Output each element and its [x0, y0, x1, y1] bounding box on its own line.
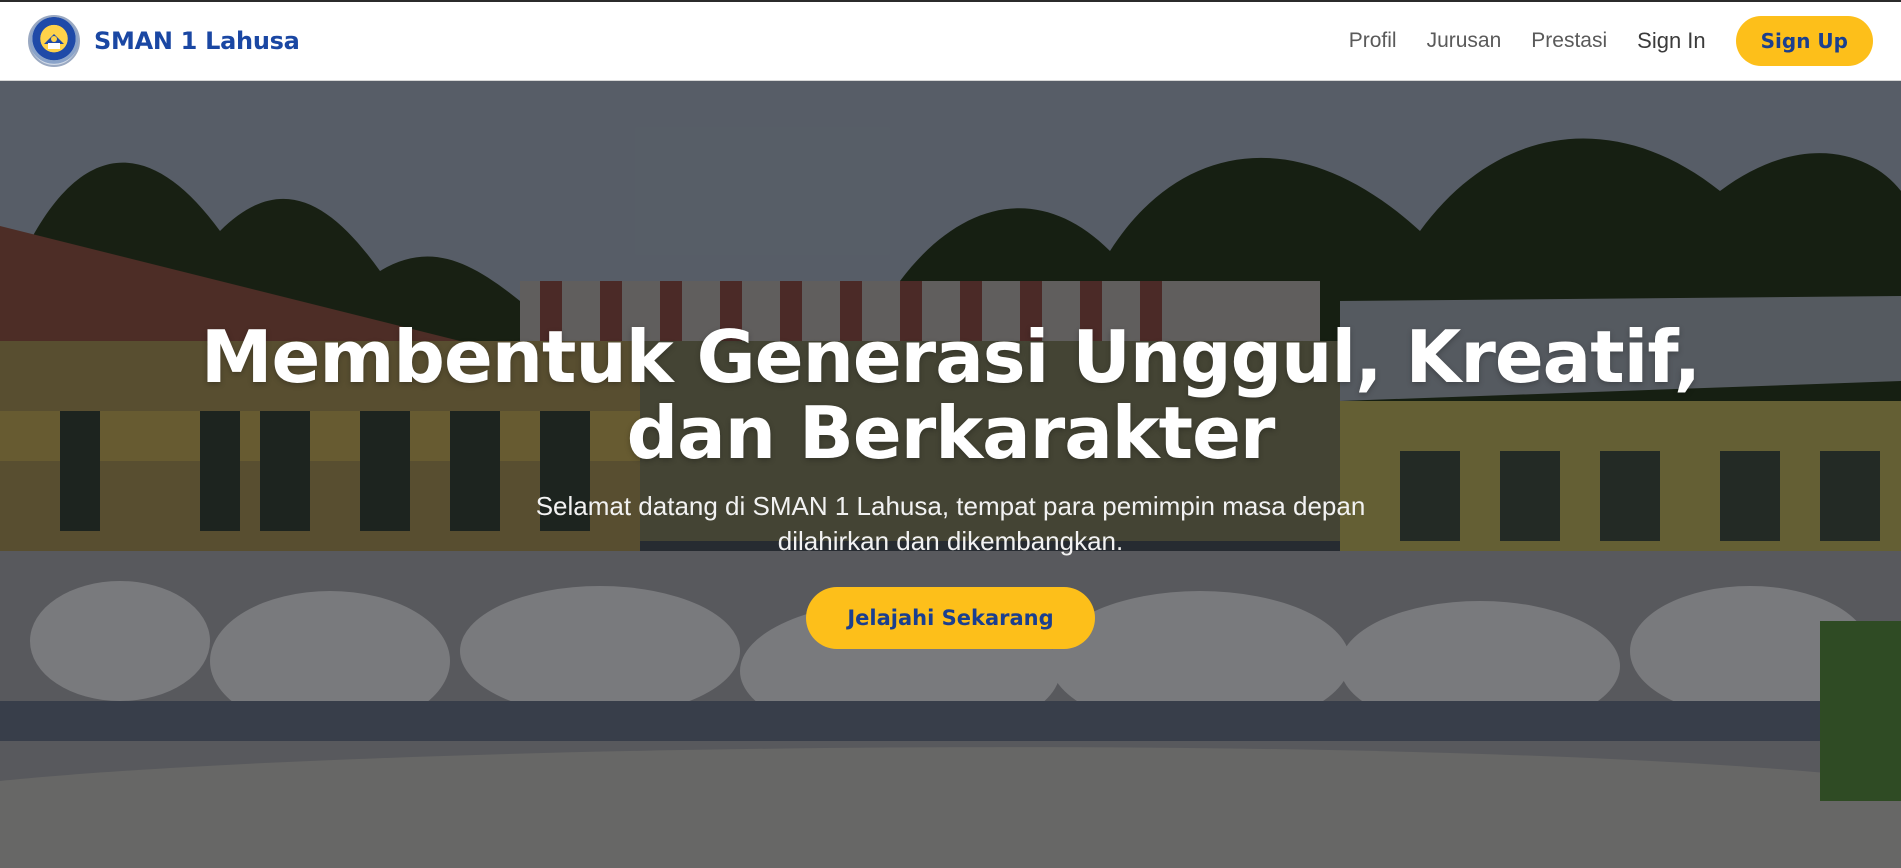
sign-in-link[interactable]: Sign In: [1637, 28, 1706, 54]
sign-up-button[interactable]: Sign Up: [1735, 16, 1873, 66]
nav-links: Profil Jurusan Prestasi Sign In Sign Up: [1319, 16, 1873, 66]
nav-link-prestasi[interactable]: Prestasi: [1531, 29, 1607, 53]
hero-title: Membentuk Generasi Unggul, Kreatif, dan …: [200, 315, 1701, 475]
explore-now-button[interactable]: Jelajahi Sekarang: [806, 587, 1095, 649]
nav-link-profil[interactable]: Profil: [1349, 29, 1397, 53]
hero-section: Membentuk Generasi Unggul, Kreatif, dan …: [0, 81, 1901, 868]
brand[interactable]: SMAN 1 Lahusa: [28, 15, 300, 67]
nav-link-jurusan[interactable]: Jurusan: [1427, 29, 1502, 53]
hero-subtitle: Selamat datang di SMAN 1 Lahusa, tempat …: [535, 491, 1366, 556]
school-emblem-icon: [28, 15, 80, 67]
navbar: SMAN 1 Lahusa Profil Jurusan Prestasi Si…: [0, 0, 1901, 81]
brand-name: SMAN 1 Lahusa: [94, 27, 300, 55]
hero-content: Membentuk Generasi Unggul, Kreatif, dan …: [0, 81, 1901, 868]
